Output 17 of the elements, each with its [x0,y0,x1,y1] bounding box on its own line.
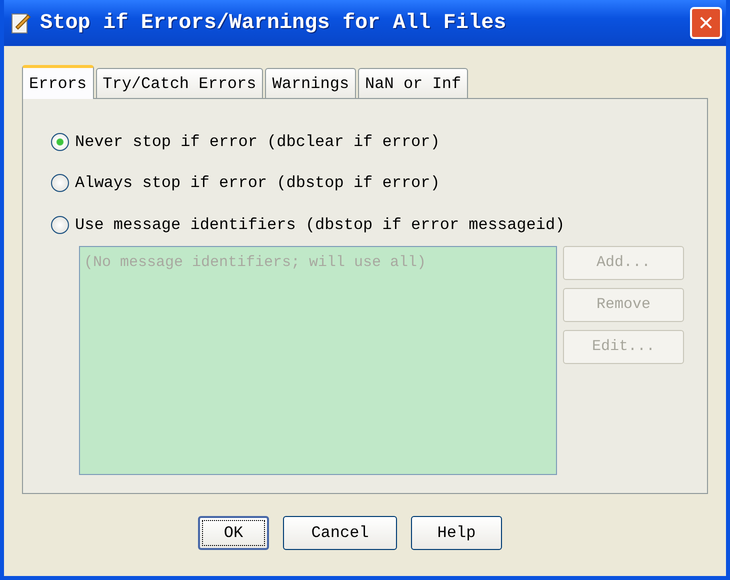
tab[interactable]: Warnings [265,68,356,98]
notepad-icon [10,11,32,35]
radio-button[interactable] [51,174,69,192]
radio-label[interactable]: Never stop if error (dbclear if error) [75,132,440,151]
dialog-button[interactable]: Help [411,516,502,550]
dialog-button[interactable]: OK [198,516,269,550]
tab[interactable]: Try/Catch Errors [96,68,264,98]
tab[interactable]: Errors [22,65,94,99]
dialog-button[interactable]: Cancel [283,516,397,550]
list-placeholder: (No message identifiers; will use all) [84,254,426,270]
window-title: Stop if Errors/Warnings for All Files [40,12,508,34]
radio-button[interactable] [51,216,69,234]
radio-button[interactable] [51,132,69,151]
radio-label[interactable]: Use message identifiers (dbstop if error messageid) [75,216,565,234]
close-button[interactable]: ✕ [690,7,722,39]
tab[interactable]: NaN or Inf [358,68,468,98]
radio-label[interactable]: Always stop if error (dbstop if error) [75,174,440,192]
